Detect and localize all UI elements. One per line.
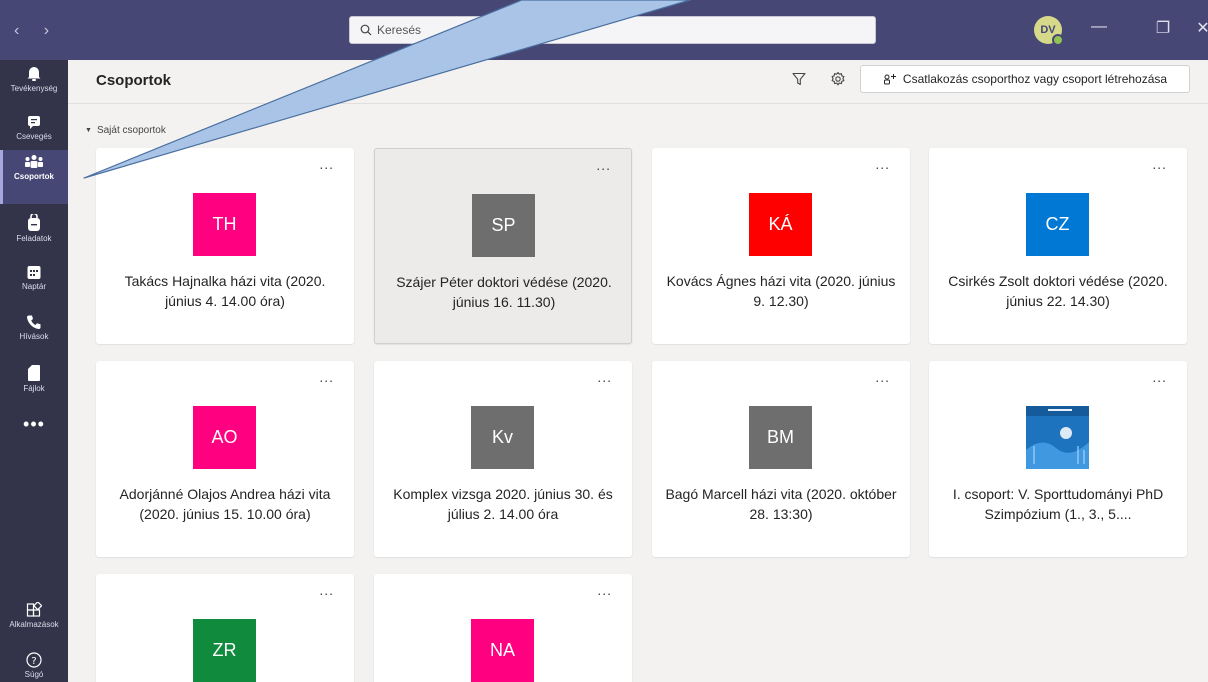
avatar[interactable]: DV xyxy=(1034,16,1064,46)
team-avatar-image xyxy=(1026,406,1089,469)
section-toggle-my-teams[interactable]: ▼ Saját csoportok xyxy=(85,125,166,136)
team-name: Takács Hajnalka házi vita (2020. június … xyxy=(124,273,326,309)
rail-label: Hívások xyxy=(19,332,49,341)
rail-label: Naptár xyxy=(21,282,46,291)
more-options-icon[interactable]: ... xyxy=(875,156,890,172)
team-card[interactable]: ... SP Szájer Péter doktori védése (2020… xyxy=(374,148,632,344)
history-arrows[interactable]: ‹ › xyxy=(14,22,59,40)
more-options-icon[interactable]: ... xyxy=(875,369,890,385)
team-card[interactable]: ... TH Takács Hajnalka házi vita (2020. … xyxy=(96,148,354,344)
team-card[interactable]: ... I. csoport: V. Sporttudományi PhD Sz… xyxy=(929,361,1187,557)
team-avatar: SP xyxy=(472,194,535,257)
team-initials: NA xyxy=(489,640,515,660)
file-icon xyxy=(28,365,40,381)
team-avatar: TH xyxy=(193,193,256,256)
team-initials: Kv xyxy=(491,427,513,447)
page-title: Csoportok xyxy=(96,72,171,89)
rail-item-files[interactable]: Fájlok xyxy=(0,360,68,414)
team-avatar: AO xyxy=(193,406,256,469)
close-icon[interactable]: ✕ xyxy=(1190,18,1208,38)
rail-label: Csoportok xyxy=(14,172,54,181)
presence-available-icon xyxy=(1052,34,1064,46)
team-card[interactable]: ... Kv Komplex vizsga 2020. június 30. é… xyxy=(374,361,632,557)
filter-icon[interactable] xyxy=(792,72,806,86)
app-rail: Tevékenység Csevegés Csoportok Feladatok… xyxy=(0,60,68,682)
team-initials: TH xyxy=(212,214,237,234)
team-name: Bagó Marcell házi vita (2020. október 28… xyxy=(665,486,897,522)
bell-icon xyxy=(27,67,41,81)
more-options-icon[interactable]: ... xyxy=(319,156,334,172)
search-icon xyxy=(360,24,372,36)
team-card[interactable]: ... AO Adorjánné Olajos Andrea házi vita… xyxy=(96,361,354,557)
caret-down-icon: ▼ xyxy=(85,127,92,134)
team-avatar: KÁ xyxy=(749,193,812,256)
page-header: Csoportok Csatlakozás csoporthoz vagy cs… xyxy=(68,60,1208,104)
rail-item-calls[interactable]: Hívások xyxy=(0,310,68,364)
team-initials: KÁ xyxy=(768,214,793,234)
more-options-icon[interactable]: ... xyxy=(319,369,334,385)
maximize-icon[interactable]: ❐ xyxy=(1150,18,1176,38)
rail-item-calendar[interactable]: Naptár xyxy=(0,260,68,314)
rail-label: Tevékenység xyxy=(10,84,58,93)
team-card[interactable]: ... KÁ Kovács Ágnes házi vita (2020. jún… xyxy=(652,148,910,344)
teams-icon xyxy=(25,155,43,168)
rail-item-help[interactable]: ? Súgó xyxy=(0,648,68,682)
apps-icon xyxy=(26,602,42,617)
team-name: Kovács Ágnes házi vita (2020. június 9. … xyxy=(666,273,896,309)
avatar-initials: DV xyxy=(1040,24,1056,36)
team-avatar: CZ xyxy=(1026,193,1089,256)
backpack-icon xyxy=(28,214,40,231)
team-initials: BM xyxy=(767,427,794,447)
title-bar: ‹ › Keresés DV — ❐ ✕ xyxy=(0,0,1208,60)
minimize-icon[interactable]: — xyxy=(1086,18,1112,36)
rail-item-assignments[interactable]: Feladatok xyxy=(0,210,68,264)
team-initials: CZ xyxy=(1045,214,1070,234)
team-name: Szájer Péter doktori védése (2020. júniu… xyxy=(396,274,612,310)
team-avatar: Kv xyxy=(471,406,534,469)
join-or-create-team-button[interactable]: Csatlakozás csoporthoz vagy csoport létr… xyxy=(860,65,1190,93)
symposium-poster-image xyxy=(1026,406,1089,469)
rail-item-apps[interactable]: Alkalmazások xyxy=(0,598,68,652)
rail-label: Csevegés xyxy=(16,132,52,141)
team-avatar: BM xyxy=(749,406,812,469)
svg-text:?: ? xyxy=(31,656,36,667)
search-input[interactable]: Keresés xyxy=(349,16,876,44)
team-initials: SP xyxy=(491,215,516,235)
team-name: Adorjánné Olajos Andrea házi vita (2020.… xyxy=(119,486,331,522)
more-apps-button[interactable]: ••• xyxy=(0,414,68,435)
search-placeholder: Keresés xyxy=(377,23,422,37)
team-card[interactable]: ... BM Bagó Marcell házi vita (2020. okt… xyxy=(652,361,910,557)
rail-label: Súgó xyxy=(24,670,44,679)
help-icon: ? xyxy=(26,652,42,668)
team-card[interactable]: ... NA xyxy=(374,574,632,682)
team-avatar: NA xyxy=(471,619,534,682)
team-name: Csirkés Zsolt doktori védése (2020. júni… xyxy=(948,273,1168,309)
rail-label: Feladatok xyxy=(16,234,52,243)
rail-label: Alkalmazások xyxy=(9,620,59,629)
team-initials: ZR xyxy=(212,640,237,660)
add-team-icon xyxy=(883,74,896,85)
rail-label: Fájlok xyxy=(23,384,45,393)
more-options-icon[interactable]: ... xyxy=(319,582,334,598)
team-avatar: ZR xyxy=(193,619,256,682)
more-options-icon[interactable]: ... xyxy=(597,369,612,385)
team-card[interactable]: ... ZR xyxy=(96,574,354,682)
more-options-icon[interactable]: ... xyxy=(1152,369,1167,385)
team-initials: AO xyxy=(211,427,238,447)
team-name: I. csoport: V. Sporttudományi PhD Szimpó… xyxy=(952,486,1164,522)
more-options-icon[interactable]: ... xyxy=(597,582,612,598)
gear-icon[interactable] xyxy=(830,71,846,87)
more-options-icon[interactable]: ... xyxy=(1152,156,1167,172)
team-name: Komplex vizsga 2020. június 30. és júliu… xyxy=(393,486,613,522)
team-card[interactable]: ... CZ Csirkés Zsolt doktori védése (202… xyxy=(929,148,1187,344)
rail-item-activity[interactable]: Tevékenység xyxy=(0,60,68,114)
phone-icon xyxy=(27,315,41,329)
section-label: Saját csoportok xyxy=(96,125,166,136)
calendar-icon xyxy=(27,266,41,279)
more-options-icon[interactable]: ... xyxy=(596,157,611,173)
chat-icon xyxy=(28,116,40,129)
rail-item-teams[interactable]: Csoportok xyxy=(0,150,68,204)
join-button-label: Csatlakozás csoporthoz vagy csoport létr… xyxy=(902,72,1168,86)
